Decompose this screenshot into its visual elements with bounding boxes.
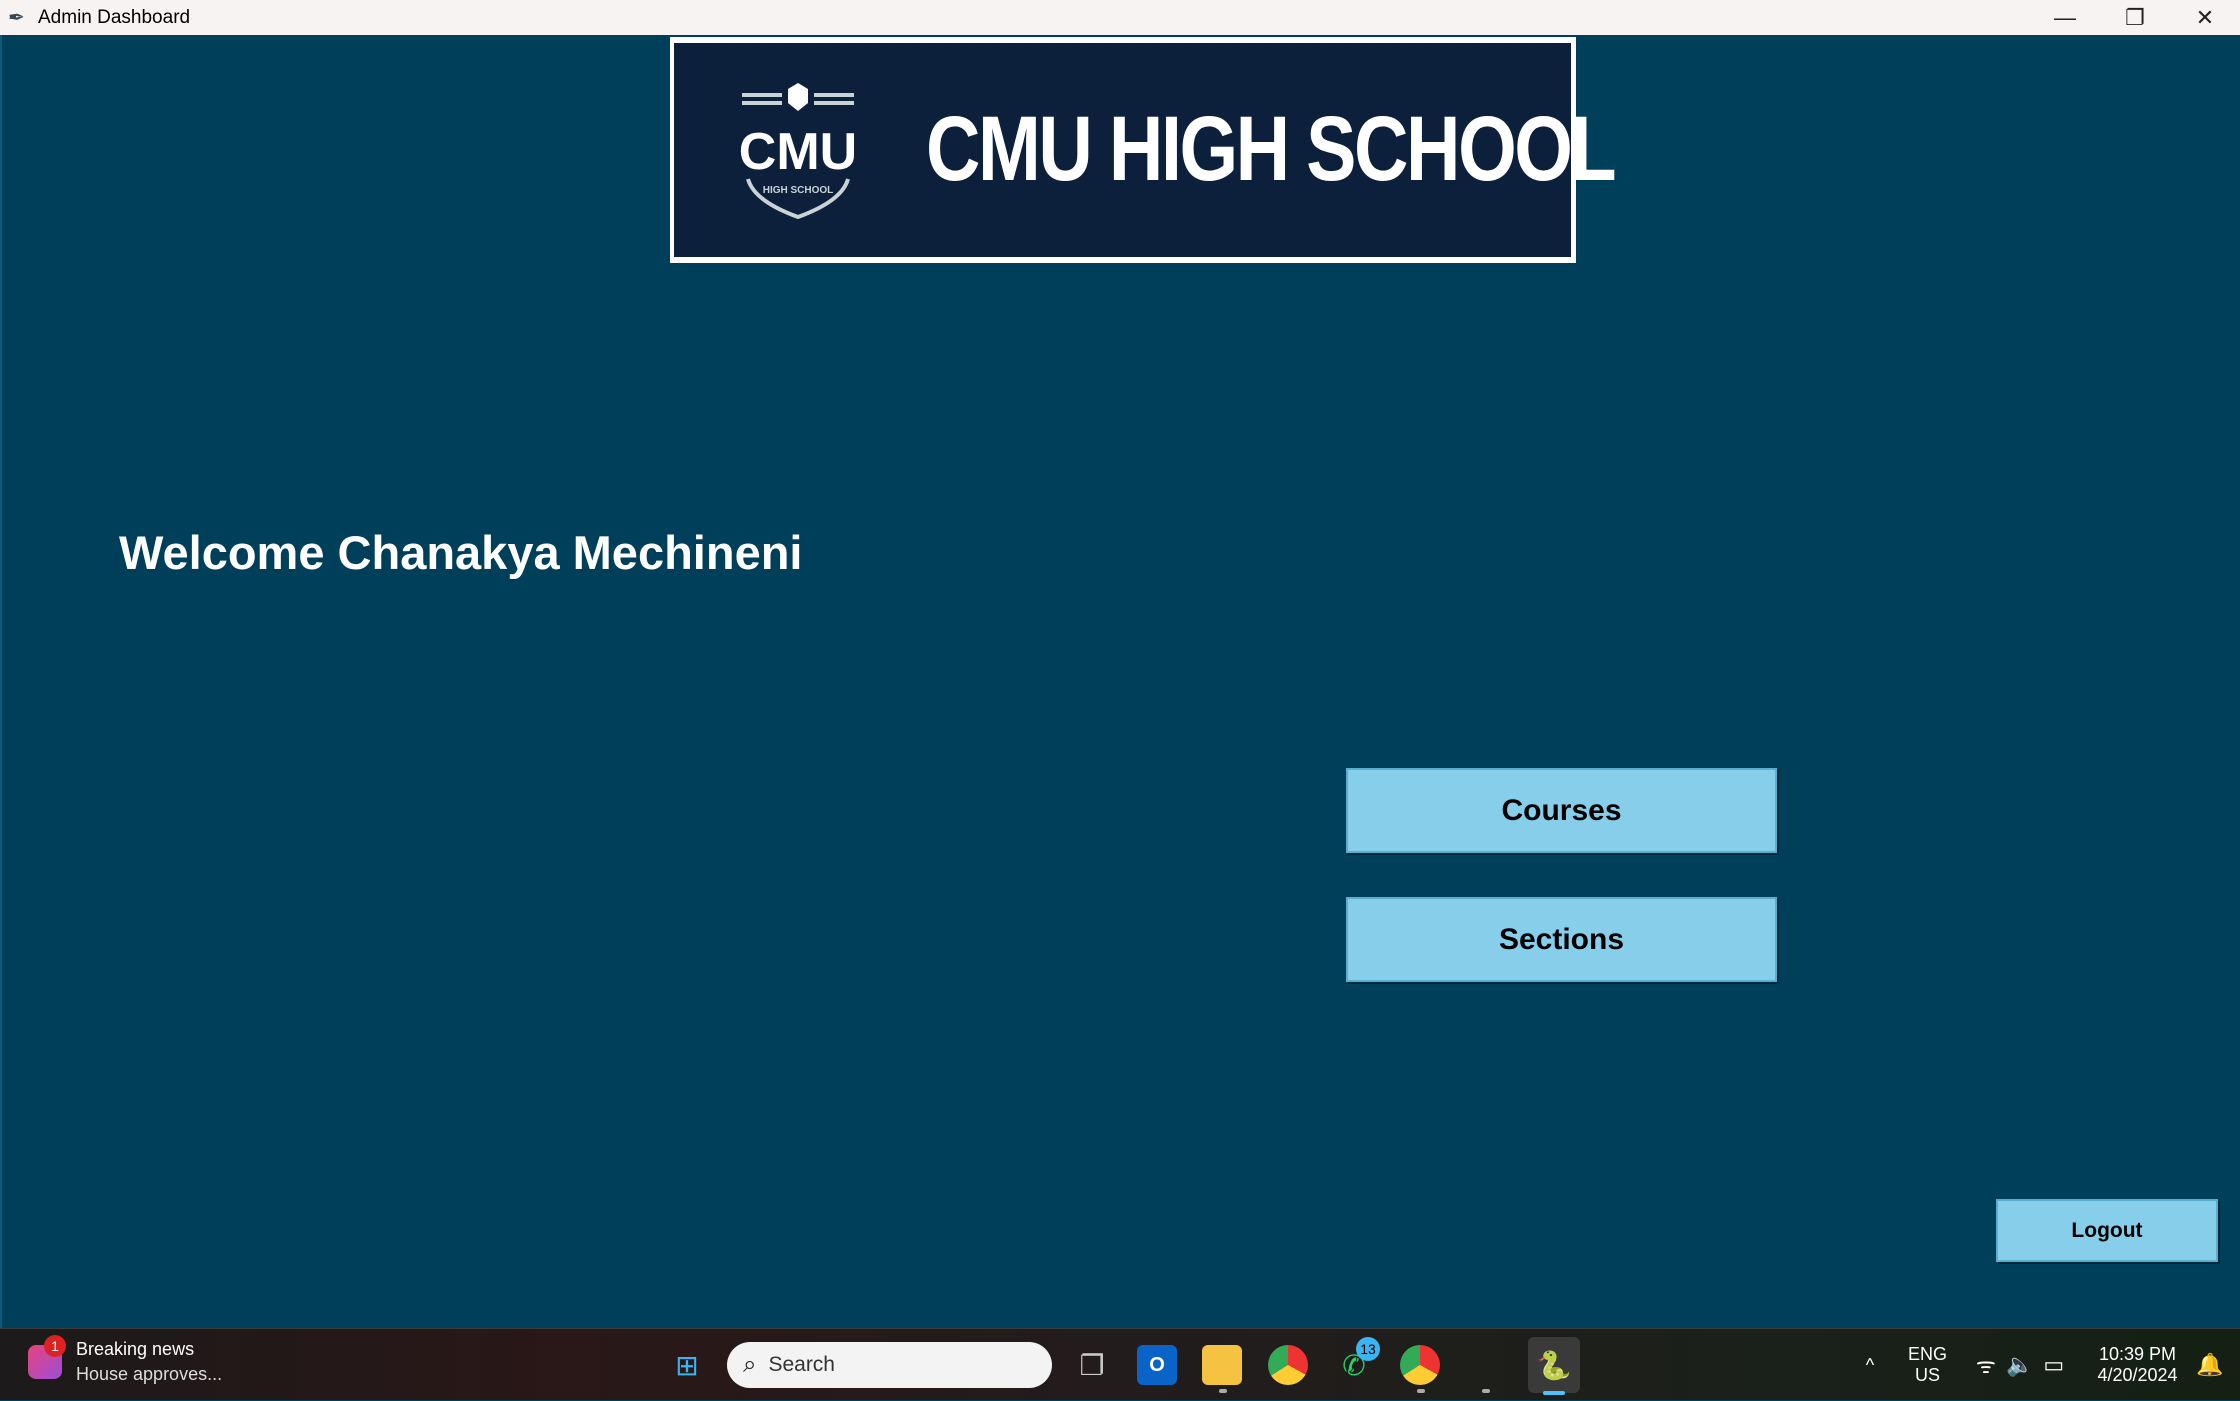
title-bar: ✒ Admin Dashboard — ❐ ✕ (0, 0, 2240, 35)
date: 4/20/2024 (2097, 1365, 2178, 1385)
notification-bell-icon[interactable]: 🔔 (2190, 1329, 2230, 1401)
sections-button[interactable]: Sections (1346, 897, 1777, 982)
region-code: US (1914, 1365, 1940, 1385)
close-button[interactable]: ✕ (2170, 0, 2240, 35)
whatsapp-icon[interactable]: ✆ 13 (1334, 1337, 1380, 1385)
windows-start-icon[interactable]: ⊞ (667, 1345, 707, 1385)
search-placeholder: Search (768, 1353, 835, 1376)
task-view-icon[interactable]: ❐ (1072, 1345, 1112, 1385)
volume-icon: 🔈 (2005, 1352, 2034, 1377)
school-crest-icon: CMU HIGH SCHOOL (739, 83, 857, 220)
svg-text:HIGH SCHOOL: HIGH SCHOOL (763, 185, 834, 196)
dashboard-main: CMU HIGH SCHOOL CMU HIGH SCHOOL Welcome … (0, 35, 2240, 1328)
school-logo-banner: CMU HIGH SCHOOL CMU HIGH SCHOOL (670, 37, 1617, 263)
news-icon: 1 (28, 1335, 66, 1379)
courses-button[interactable]: Courses (1346, 768, 1777, 853)
language-indicator[interactable]: ENG US (1900, 1329, 1955, 1401)
clock[interactable]: 10:39 PM 4/20/2024 (2090, 1329, 2185, 1401)
chrome-icon[interactable] (1268, 1345, 1308, 1385)
school-name: CMU HIGH SCHOOL (926, 98, 1617, 200)
time: 10:39 PM (2098, 1344, 2177, 1364)
system-tray[interactable]: ᯤ 🔈 ▭ (1965, 1329, 2075, 1401)
wifi-icon: ᯤ (1975, 1353, 1996, 1378)
window-title: Admin Dashboard (38, 6, 191, 28)
minimize-button[interactable]: — (2030, 0, 2100, 35)
news-widget[interactable]: 1 Breaking news House approves... (28, 1335, 223, 1385)
news-title: Breaking news (76, 1339, 195, 1359)
taskbar-search[interactable]: ⌕ Search (727, 1342, 1052, 1388)
taskbar: 1 Breaking news House approves... ⊞ ⌕ Se… (0, 1328, 2240, 1400)
outlook-icon[interactable]: O (1137, 1345, 1177, 1385)
show-hidden-icons-chevron-icon[interactable]: ^ (1855, 1329, 1885, 1401)
file-explorer-icon[interactable] (1202, 1345, 1242, 1385)
news-subtitle: House approves... (76, 1364, 223, 1384)
app-feather-icon: ✒ (8, 7, 25, 29)
restore-button[interactable]: ❐ (2100, 0, 2170, 35)
news-badge: 1 (44, 1335, 66, 1357)
whatsapp-badge: 13 (1356, 1337, 1380, 1361)
language-code: ENG (1907, 1344, 1947, 1364)
python-app-icon[interactable]: 🐍 (1528, 1337, 1580, 1393)
svg-text:CMU: CMU (739, 123, 857, 181)
chrome-profile-icon[interactable] (1400, 1345, 1440, 1385)
welcome-message: Welcome Chanakya Mechineni (119, 526, 803, 579)
battery-icon: ▭ (2043, 1352, 2065, 1377)
logout-button[interactable]: Logout (1996, 1199, 2218, 1262)
search-icon: ⌕ (743, 1351, 757, 1378)
